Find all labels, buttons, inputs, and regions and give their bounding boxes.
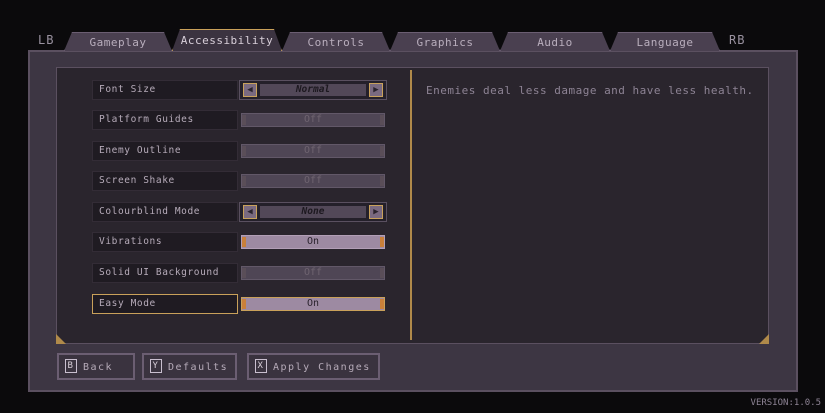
toggle-value: Off	[303, 267, 323, 278]
toggle-value: Off	[303, 145, 323, 156]
tab-language[interactable]: Language	[610, 32, 720, 51]
arrow-right-icon[interactable]: ▶	[369, 83, 383, 97]
setting-label: Screen Shake	[92, 171, 238, 191]
tab-bar: Gameplay Accessibility Controls Graphics…	[60, 29, 720, 51]
toggle-value: Off	[303, 175, 323, 186]
setting-label: Enemy Outline	[92, 141, 238, 161]
arrow-right-icon[interactable]: ▶	[369, 205, 383, 219]
screen-shake-toggle[interactable]: Off	[239, 171, 387, 191]
toggle-value: On	[306, 236, 320, 247]
apply-changes-button[interactable]: X Apply Changes	[247, 353, 380, 380]
colourblind-mode-selector[interactable]: ◀ None ▶	[239, 202, 387, 222]
setting-label: Easy Mode	[92, 294, 238, 314]
b-key-icon: B	[65, 359, 77, 373]
arrow-left-icon[interactable]: ◀	[243, 205, 257, 219]
setting-label: Platform Guides	[92, 110, 238, 130]
setting-label: Solid UI Background	[92, 263, 238, 283]
setting-row-enemy-outline[interactable]: Enemy Outline Off	[92, 141, 387, 161]
tab-controls[interactable]: Controls	[282, 32, 390, 51]
setting-label: Font Size	[92, 80, 238, 100]
tab-graphics[interactable]: Graphics	[390, 32, 500, 51]
setting-row-font-size[interactable]: Font Size ◀ Normal ▶	[92, 80, 387, 100]
setting-row-screen-shake[interactable]: Screen Shake Off	[92, 171, 387, 191]
rb-bumper-label[interactable]: RB	[729, 33, 745, 47]
setting-row-platform-guides[interactable]: Platform Guides Off	[92, 110, 387, 130]
setting-row-colourblind-mode[interactable]: Colourblind Mode ◀ None ▶	[92, 202, 387, 222]
easy-mode-toggle[interactable]: On	[239, 294, 387, 314]
y-key-icon: Y	[150, 359, 162, 373]
panel-divider	[410, 70, 412, 340]
defaults-button-label: Defaults	[168, 362, 229, 373]
setting-row-solid-ui-background[interactable]: Solid UI Background Off	[92, 263, 387, 283]
tab-accessibility[interactable]: Accessibility	[172, 29, 282, 51]
tab-audio[interactable]: Audio	[500, 32, 610, 51]
back-button[interactable]: B Back	[57, 353, 135, 380]
selector-value: Normal	[295, 84, 331, 95]
back-button-label: Back	[83, 362, 114, 373]
font-size-selector[interactable]: ◀ Normal ▶	[239, 80, 387, 100]
setting-label: Vibrations	[92, 232, 238, 252]
setting-row-vibrations[interactable]: Vibrations On	[92, 232, 387, 252]
tab-gameplay[interactable]: Gameplay	[64, 32, 172, 51]
version-label: VERSION:1.0.5	[750, 398, 821, 408]
setting-description: Enemies deal less damage and have less h…	[426, 84, 754, 97]
x-key-icon: X	[255, 359, 267, 373]
enemy-outline-toggle[interactable]: Off	[239, 141, 387, 161]
toggle-value: Off	[303, 114, 323, 125]
platform-guides-toggle[interactable]: Off	[239, 110, 387, 130]
defaults-button[interactable]: Y Defaults	[142, 353, 237, 380]
arrow-left-icon[interactable]: ◀	[243, 83, 257, 97]
setting-row-easy-mode[interactable]: Easy Mode On	[92, 294, 387, 314]
toggle-value: On	[306, 298, 320, 309]
solid-ui-background-toggle[interactable]: Off	[239, 263, 387, 283]
selector-value: None	[301, 206, 325, 217]
lb-bumper-label[interactable]: LB	[38, 33, 54, 47]
vibrations-toggle[interactable]: On	[239, 232, 387, 252]
apply-changes-button-label: Apply Changes	[273, 362, 371, 373]
setting-label: Colourblind Mode	[92, 202, 238, 222]
